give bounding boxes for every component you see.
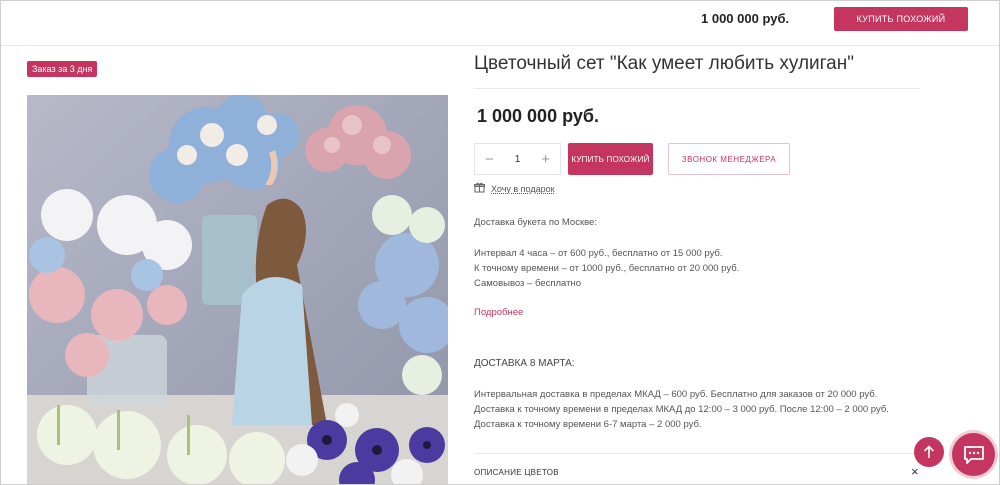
quantity-stepper: − 1 + [474, 143, 561, 175]
gift-label[interactable]: Хочу в подарок [491, 184, 555, 194]
qty-value[interactable]: 1 [515, 154, 521, 165]
product-price: 1 000 000 руб. [477, 106, 599, 126]
gift-link[interactable]: Хочу в подарок [474, 182, 555, 195]
march-line: Доставка к точному времени 6-7 марта – 2… [474, 419, 702, 430]
accordion-divider [474, 453, 920, 454]
close-icon[interactable]: × [911, 464, 919, 479]
manager-call-button[interactable]: ЗВОНОК МЕНЕДЖЕРА [668, 143, 790, 175]
header-buy-button[interactable]: КУПИТЬ ПОХОЖИЙ [834, 7, 968, 31]
delivery-line: Интервал 4 часа – от 600 руб., бесплатно… [474, 248, 723, 259]
gift-icon [474, 182, 485, 195]
chat-button[interactable] [952, 433, 995, 476]
scroll-top-button[interactable] [914, 437, 944, 467]
delivery-line: К точному времени – от 1000 руб., беспла… [474, 263, 740, 274]
march-delivery-heading: ДОСТАВКА 8 МАРТА: [474, 358, 575, 369]
product-photo[interactable] [27, 95, 448, 484]
page-frame: 1 000 000 руб. КУПИТЬ ПОХОЖИЙ Заказ за 3… [0, 0, 1000, 485]
arrow-up-icon [923, 445, 935, 458]
qty-minus-button[interactable]: − [485, 151, 494, 168]
bouquet-photo-icon [27, 95, 448, 484]
header-price: 1 000 000 руб. [701, 11, 790, 26]
sticky-header: 1 000 000 руб. КУПИТЬ ПОХОЖИЙ [1, 1, 999, 46]
delivery-line: Самовывоз – бесплатно [474, 278, 581, 289]
product-title: Цветочный сет "Как умеет любить хулиган" [474, 53, 854, 74]
march-line: Доставка к точному времени в пределах МК… [474, 404, 889, 415]
more-link[interactable]: Подробнее [474, 307, 523, 318]
qty-plus-button[interactable]: + [541, 151, 550, 168]
chat-icon [963, 445, 984, 464]
order-time-badge: Заказ за 3 дня [27, 61, 98, 77]
march-line: Интервальная доставка в пределах МКАД – … [474, 389, 878, 400]
flower-description-tab[interactable]: ОПИСАНИЕ ЦВЕТОВ [474, 468, 559, 477]
title-divider [474, 88, 920, 89]
delivery-heading: Доставка букета по Москве: [474, 217, 597, 228]
buy-button[interactable]: КУПИТЬ ПОХОЖИЙ [568, 143, 653, 175]
